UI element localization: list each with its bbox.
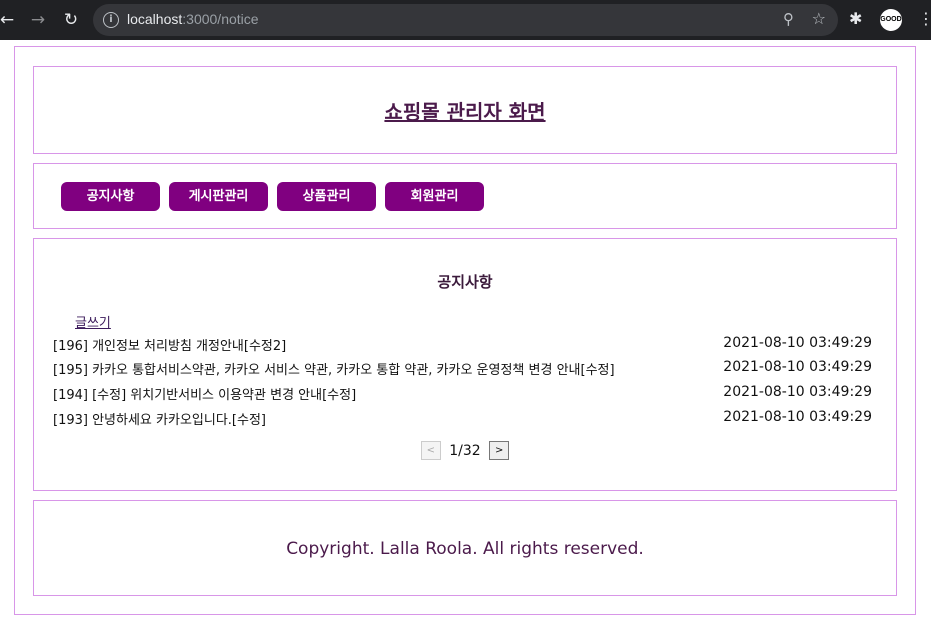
nav-menu: 공지사항 게시판관리 상품관리 회원관리: [33, 163, 897, 229]
notice-row: [195] 카카오 통합서비스약관, 카카오 서비스 약관, 카카오 통합 약관…: [53, 359, 872, 379]
menu-button-board[interactable]: 게시판관리: [169, 182, 268, 211]
write-link[interactable]: 글쓰기: [75, 312, 111, 331]
url-text[interactable]: localhost:3000/notice: [127, 11, 259, 27]
next-page-button[interactable]: >: [489, 441, 510, 460]
section-title: 공지사항: [437, 273, 493, 291]
info-icon[interactable]: i: [103, 12, 119, 28]
bookmark-star-icon[interactable]: ☆: [812, 9, 826, 28]
extensions-puzzle-icon[interactable]: ✱: [849, 9, 862, 28]
notice-subject-link[interactable]: [194] [수정] 위치기반서비스 이용약관 변경 안내[수정]: [53, 384, 356, 403]
notice-subject-link[interactable]: [195] 카카오 통합서비스약관, 카카오 서비스 약관, 카카오 통합 약관…: [53, 359, 615, 378]
notice-row: [194] [수정] 위치기반서비스 이용약관 변경 안내[수정] 2021-0…: [53, 384, 872, 404]
profile-avatar[interactable]: GOOD: [880, 9, 902, 31]
notice-subject-link[interactable]: [193] 안녕하세요 카카오입니다.[수정]: [53, 409, 266, 428]
address-bar[interactable]: i localhost:3000/notice ⚲ ☆: [93, 4, 838, 36]
page-count: 1/32: [449, 442, 481, 459]
menu-button-notice[interactable]: 공지사항: [61, 182, 160, 211]
page-title-link[interactable]: 쇼핑몰 관리자 화면: [384, 96, 545, 125]
back-arrow-icon[interactable]: ←: [0, 10, 17, 30]
copyright-text: Copyright. Lalla Roola. All rights reser…: [286, 539, 644, 559]
forward-arrow-icon[interactable]: →: [28, 10, 48, 30]
kebab-menu-icon[interactable]: ⋮: [918, 9, 931, 29]
pagination: < 1/32 >: [34, 441, 896, 460]
menu-button-products[interactable]: 상품관리: [277, 182, 376, 211]
reload-icon[interactable]: ↻: [61, 10, 81, 30]
notice-box: 공지사항 글쓰기 [196] 개인정보 처리방침 개정안내[수정2] 2021-…: [33, 238, 897, 491]
footer-box: Copyright. Lalla Roola. All rights reser…: [33, 500, 897, 596]
page-container: 쇼핑몰 관리자 화면 공지사항 게시판관리 상품관리 회원관리 공지사항 글쓰기…: [14, 46, 916, 615]
prev-page-button[interactable]: <: [420, 441, 441, 460]
notice-date: 2021-08-10 03:49:29: [723, 384, 872, 400]
notice-date: 2021-08-10 03:49:29: [723, 335, 872, 351]
notice-row: [193] 안녕하세요 카카오입니다.[수정] 2021-08-10 03:49…: [53, 409, 872, 429]
notice-row: [196] 개인정보 처리방침 개정안내[수정2] 2021-08-10 03:…: [53, 335, 872, 355]
notice-date: 2021-08-10 03:49:29: [723, 409, 872, 425]
notice-date: 2021-08-10 03:49:29: [723, 359, 872, 375]
notice-subject-link[interactable]: [196] 개인정보 처리방침 개정안내[수정2]: [53, 335, 286, 354]
browser-toolbar: ← → ↻ i localhost:3000/notice ⚲ ☆ ✱ GOOD…: [0, 0, 931, 40]
header-box: 쇼핑몰 관리자 화면: [33, 66, 897, 154]
menu-button-members[interactable]: 회원관리: [385, 182, 484, 211]
zoom-icon[interactable]: ⚲: [783, 10, 794, 28]
